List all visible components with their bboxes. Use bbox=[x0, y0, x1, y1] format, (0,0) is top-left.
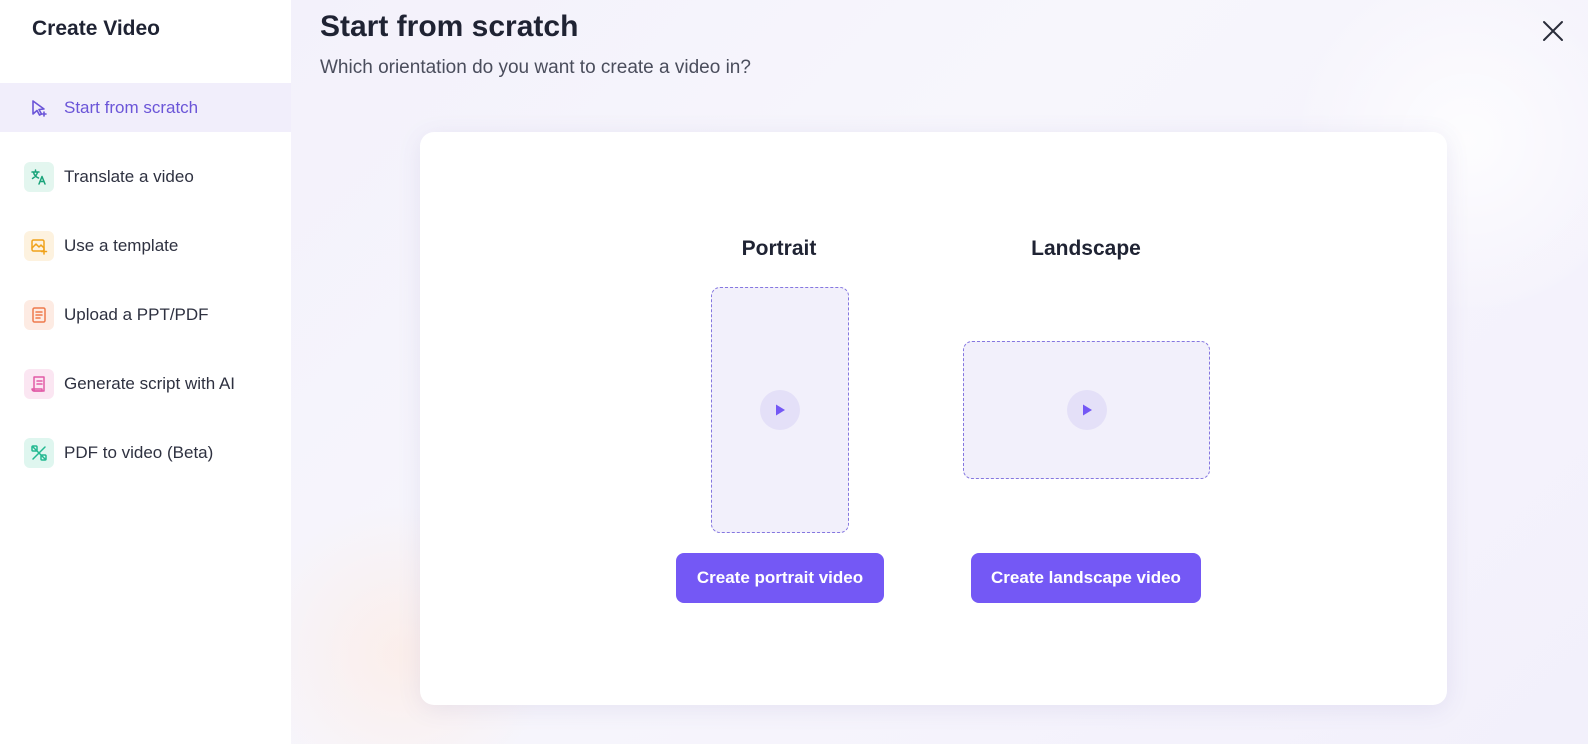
sidebar-item-translate-video[interactable]: Translate a video bbox=[0, 152, 291, 201]
sidebar-item-label: Generate script with AI bbox=[64, 373, 236, 393]
sidebar-item-upload-ppt-pdf[interactable]: Upload a PPT/PDF bbox=[0, 290, 291, 339]
sidebar-item-start-from-scratch[interactable]: Start from scratch bbox=[0, 83, 291, 132]
template-icon bbox=[24, 230, 54, 261]
main-panel: Start from scratch Which orientation do … bbox=[291, 0, 1588, 744]
translate-icon bbox=[24, 161, 54, 192]
sidebar-item-pdf-to-video[interactable]: PDF to video (Beta) bbox=[0, 428, 291, 477]
portrait-label: Portrait bbox=[741, 237, 817, 260]
create-portrait-button[interactable]: Create portrait video bbox=[676, 553, 884, 603]
page-title: Start from scratch bbox=[320, 10, 579, 43]
sidebar-item-label: Use a template bbox=[64, 235, 179, 255]
sidebar-item-label: Translate a video bbox=[64, 166, 194, 186]
sidebar-nav: Start from scratch Translate a video Use… bbox=[0, 83, 291, 497]
page-subtitle: Which orientation do you want to create … bbox=[320, 57, 751, 78]
sidebar-item-generate-script[interactable]: Generate script with AI bbox=[0, 359, 291, 408]
script-icon bbox=[24, 368, 54, 399]
landscape-preview[interactable] bbox=[963, 341, 1210, 479]
play-icon bbox=[760, 390, 800, 430]
sidebar-title: Create Video bbox=[32, 17, 160, 40]
sidebar-item-label: Upload a PPT/PDF bbox=[64, 304, 209, 324]
pdf-video-icon bbox=[24, 437, 54, 468]
sidebar-item-label: PDF to video (Beta) bbox=[64, 442, 214, 462]
sidebar-item-label: Start from scratch bbox=[64, 97, 199, 117]
create-landscape-button[interactable]: Create landscape video bbox=[971, 553, 1201, 603]
document-icon bbox=[24, 299, 54, 330]
close-icon[interactable] bbox=[1540, 18, 1566, 44]
orientation-card: Portrait Create portrait video Landscape… bbox=[420, 132, 1447, 705]
landscape-label: Landscape bbox=[1031, 237, 1141, 260]
cursor-plus-icon bbox=[24, 93, 54, 123]
sidebar-item-use-template[interactable]: Use a template bbox=[0, 221, 291, 270]
sidebar: Create Video Start from scratch Translat… bbox=[0, 0, 291, 744]
portrait-preview[interactable] bbox=[711, 287, 849, 533]
play-icon bbox=[1066, 390, 1107, 430]
